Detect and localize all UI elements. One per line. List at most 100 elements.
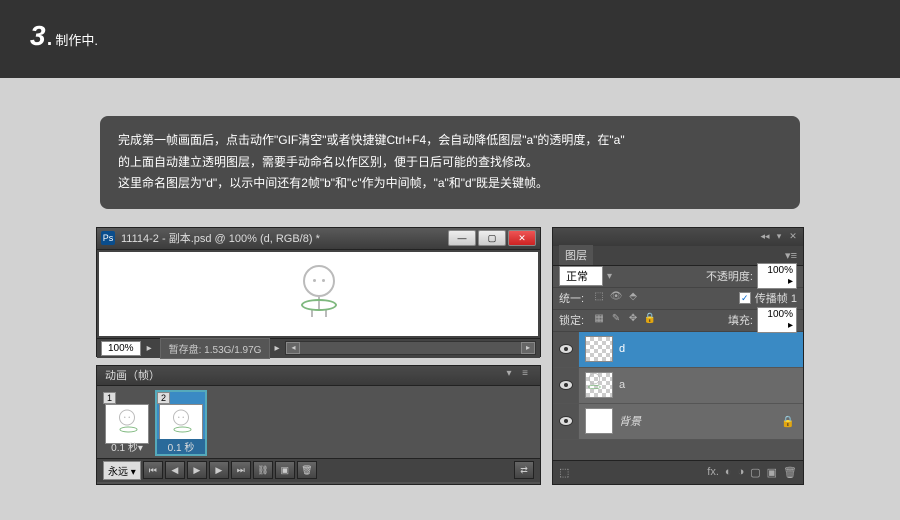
first-frame-button[interactable]: ⏮ <box>143 461 163 479</box>
unify-position-icon[interactable]: ⬚ <box>592 291 606 305</box>
lock-icon: 🔒 <box>781 415 795 428</box>
step-number: 3 <box>30 20 46 51</box>
fx-button[interactable]: fx. <box>707 466 719 478</box>
lock-image-icon[interactable]: ✎ <box>609 313 623 327</box>
document-title: 11114-2 - 副本.psd @ 100% (d, RGB/8) * <box>121 230 448 246</box>
frames-list: 1 0.1 秒▾ 2 0.1 秒 <box>97 386 540 458</box>
step-dot: . <box>46 20 54 51</box>
eye-icon <box>559 380 573 390</box>
frame-1[interactable]: 1 0.1 秒▾ <box>103 392 151 454</box>
visibility-toggle[interactable] <box>553 368 579 403</box>
layer-name[interactable]: a <box>619 379 625 391</box>
maximize-button[interactable]: ▢ <box>478 230 506 246</box>
layer-row-a[interactable]: a <box>553 368 803 404</box>
layers-panel: ◂◂ ▾ ✕ 图层 ▾≡ 正常 ▾ 不透明度: 100% ▸ 统一: ⬚ 👁 ⬘… <box>552 227 804 485</box>
unify-visibility-icon[interactable]: 👁 <box>609 291 623 305</box>
frame-thumbnail <box>105 404 149 444</box>
close-button[interactable]: ✕ <box>508 230 536 246</box>
layers-tab[interactable]: 图层 <box>559 245 593 265</box>
frame-number: 1 <box>103 392 116 404</box>
prev-frame-button[interactable]: ◀ <box>165 461 185 479</box>
new-frame-button[interactable]: ▣ <box>275 461 295 479</box>
last-frame-button[interactable]: ⏭ <box>231 461 251 479</box>
zoom-input[interactable]: 100% <box>101 341 141 356</box>
convert-timeline-button[interactable]: ⇄ <box>514 461 534 479</box>
propagate-checkbox[interactable]: ✓ <box>739 292 751 304</box>
photoshop-icon: Ps <box>101 231 115 245</box>
frame-delay[interactable]: 0.1 秒▾ <box>103 439 151 454</box>
scratch-disk-info: 暂存盘: 1.53G/1.97G <box>160 338 271 359</box>
panel-menu-icon[interactable]: ≡ <box>518 368 532 382</box>
panel-close-icon[interactable]: ✕ <box>787 231 799 243</box>
frame-delay[interactable]: 0.1 秒 <box>157 439 205 454</box>
panel-menu-icon[interactable]: ▾≡ <box>785 249 797 262</box>
layer-thumbnail <box>585 408 613 434</box>
desc-line-2: 的上面自动建立透明图层，需要手动命名以作区别，便于日后可能的查找修改。 <box>118 152 782 174</box>
layer-name[interactable]: d <box>619 343 625 355</box>
blend-mode-select[interactable]: 正常 <box>559 266 603 286</box>
delete-frame-button[interactable]: 🗑 <box>297 461 317 479</box>
eye-icon <box>559 416 573 426</box>
play-button[interactable]: ▶ <box>187 461 207 479</box>
frame-thumbnail <box>159 404 203 444</box>
minimize-button[interactable]: — <box>448 230 476 246</box>
window-controls: — ▢ ✕ <box>448 230 536 246</box>
visibility-toggle[interactable] <box>553 404 579 439</box>
step-title: 制作中. <box>55 33 98 48</box>
adjustment-button[interactable]: ◑ <box>738 466 745 478</box>
layers-panel-header: ◂◂ ▾ ✕ <box>553 228 803 246</box>
panel-left-icon[interactable]: ◂◂ <box>759 231 771 243</box>
workspace: Ps 11114-2 - 副本.psd @ 100% (d, RGB/8) * … <box>96 227 804 487</box>
fill-input[interactable]: 100% ▸ <box>757 307 797 333</box>
loop-select[interactable]: 永远 ▾ <box>103 461 141 480</box>
new-layer-button[interactable]: ▣ <box>767 466 777 479</box>
layer-row-d[interactable]: d <box>553 332 803 368</box>
layers-list: d a 背景 🔒 <box>553 332 803 440</box>
horizontal-scrollbar[interactable]: ◂ ▸ <box>285 341 536 355</box>
animation-tab[interactable]: 动画（帧） <box>105 367 160 383</box>
opacity-label: 不透明度: <box>706 268 753 284</box>
fill-label: 填充: <box>728 312 753 328</box>
layer-row-background[interactable]: 背景 🔒 <box>553 404 803 440</box>
animation-footer: 永远 ▾ ⏮ ◀ ▶ ▶ ⏭ ⛓ ▣ 🗑 ⇄ <box>97 458 540 482</box>
desc-line-3: 这里命名图层为"d"，以示中间还有2帧"b"和"c"作为中间帧，"a"和"d"既… <box>118 173 782 195</box>
link-layers-icon[interactable]: ⬚ <box>559 466 569 479</box>
mask-button[interactable]: ◐ <box>725 466 732 478</box>
lock-fill-row: 锁定: ▦ ✎ ✥ 🔒 填充: 100% ▸ <box>553 310 803 332</box>
lock-label: 锁定: <box>559 312 584 328</box>
tween-button[interactable]: ⛓ <box>253 461 273 479</box>
artwork-doodle <box>295 265 343 323</box>
animation-panel-header: 动画（帧） ▾ ≡ <box>97 366 540 386</box>
delete-layer-button[interactable]: 🗑 <box>783 466 797 479</box>
lock-position-icon[interactable]: ✥ <box>626 313 640 327</box>
layer-thumbnail <box>585 336 613 362</box>
description-box: 完成第一帧画面后，点击动作"GIF清空"或者快捷键Ctrl+F4，会自动降低图层… <box>100 116 800 209</box>
eye-icon <box>559 344 573 354</box>
scroll-right-icon[interactable]: ▸ <box>521 342 535 354</box>
document-window: Ps 11114-2 - 副本.psd @ 100% (d, RGB/8) * … <box>96 227 541 357</box>
opacity-input[interactable]: 100% ▸ <box>757 263 797 289</box>
lock-all-icon[interactable]: 🔒 <box>643 313 657 327</box>
next-frame-button[interactable]: ▶ <box>209 461 229 479</box>
panel-collapse-icon[interactable]: ▾ <box>502 368 516 382</box>
group-button[interactable]: ▢ <box>750 466 760 479</box>
scroll-left-icon[interactable]: ◂ <box>286 342 300 354</box>
layer-thumbnail <box>585 372 613 398</box>
visibility-toggle[interactable] <box>553 332 579 367</box>
layer-name[interactable]: 背景 <box>619 413 641 429</box>
panel-collapse-icon[interactable]: ▾ <box>773 231 785 243</box>
frame-2[interactable]: 2 0.1 秒 <box>157 392 205 454</box>
unify-label: 统一: <box>559 290 584 306</box>
animation-panel: 动画（帧） ▾ ≡ 1 0.1 秒▾ 2 0.1 秒 永远 ▾ ⏮ ◀ ▶ ▶ <box>96 365 541 485</box>
status-bar: 100% ▸ 暂存盘: 1.53G/1.97G ▸ ◂ ▸ <box>97 338 540 358</box>
lock-transparency-icon[interactable]: ▦ <box>592 313 606 327</box>
propagate-label: 传播帧 1 <box>755 290 797 306</box>
title-bar[interactable]: Ps 11114-2 - 副本.psd @ 100% (d, RGB/8) * … <box>97 228 540 250</box>
blend-opacity-row: 正常 ▾ 不透明度: 100% ▸ <box>553 266 803 288</box>
canvas[interactable] <box>99 252 538 336</box>
unify-style-icon[interactable]: ⬘ <box>626 291 640 305</box>
layers-footer: ⬚ fx. ◐ ◑ ▢ ▣ 🗑 <box>553 460 803 484</box>
frame-number: 2 <box>157 392 170 404</box>
tutorial-header: 3.制作中. <box>0 0 900 78</box>
desc-line-1: 完成第一帧画面后，点击动作"GIF清空"或者快捷键Ctrl+F4，会自动降低图层… <box>118 130 782 152</box>
